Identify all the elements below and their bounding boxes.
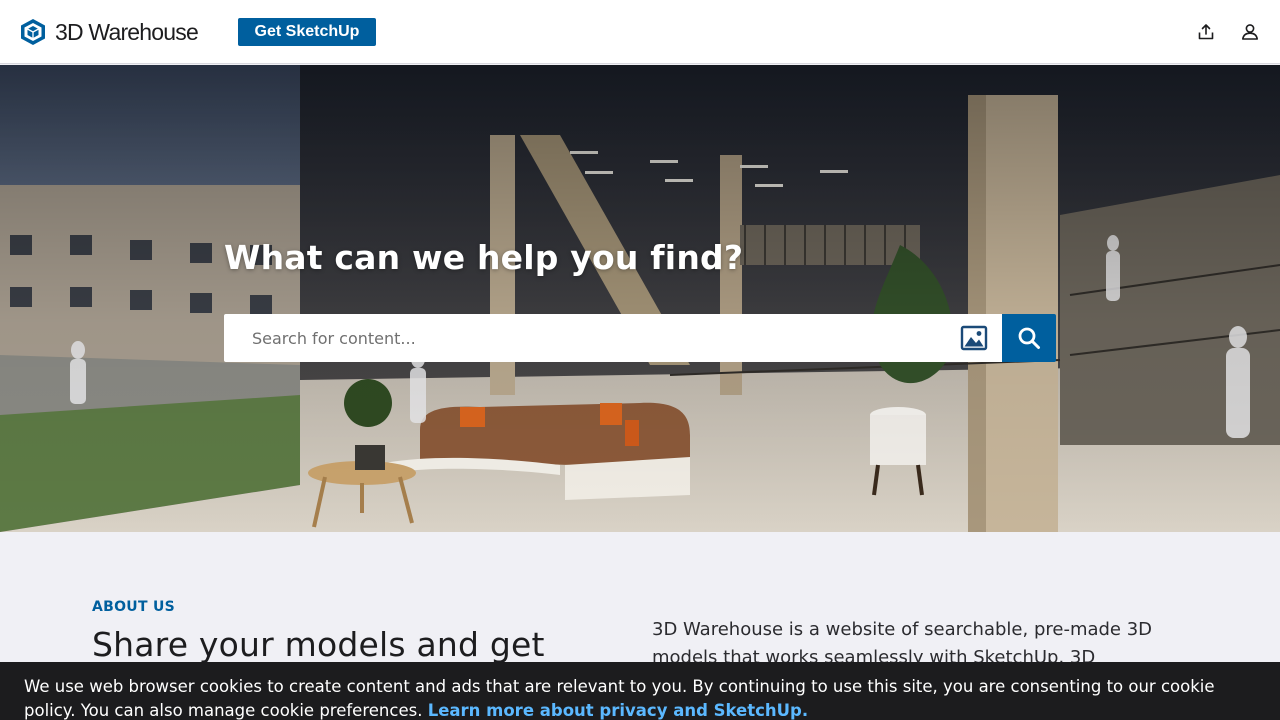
search-button[interactable] — [1002, 314, 1056, 362]
about-heading: Share your models and get — [92, 625, 545, 664]
search-icon — [1018, 327, 1040, 349]
hero-background-image — [0, 65, 1280, 532]
user-icon — [1242, 24, 1258, 40]
logo[interactable]: 3D Warehouse — [20, 17, 199, 47]
about-eyebrow: ABOUT US — [92, 599, 176, 615]
logo-text: 3D Warehouse — [55, 18, 199, 45]
cookie-banner: We use web browser cookies to create con… — [0, 662, 1280, 720]
upload-icon — [1198, 24, 1214, 40]
warehouse-logo-icon — [21, 19, 45, 45]
upload-button[interactable] — [1195, 21, 1217, 43]
hero-title: What can we help you find? — [224, 238, 744, 277]
get-sketchup-button[interactable]: Get SketchUp — [238, 18, 376, 46]
search-input[interactable] — [224, 314, 944, 362]
search-bar — [224, 314, 1002, 362]
top-header: 3D Warehouse Get SketchUp — [0, 0, 1280, 64]
image-search-icon[interactable] — [960, 324, 988, 352]
privacy-link[interactable]: Learn more about privacy and SketchUp. — [428, 701, 808, 720]
hero-banner: What can we help you find? — [0, 65, 1280, 532]
account-button[interactable] — [1239, 21, 1261, 43]
